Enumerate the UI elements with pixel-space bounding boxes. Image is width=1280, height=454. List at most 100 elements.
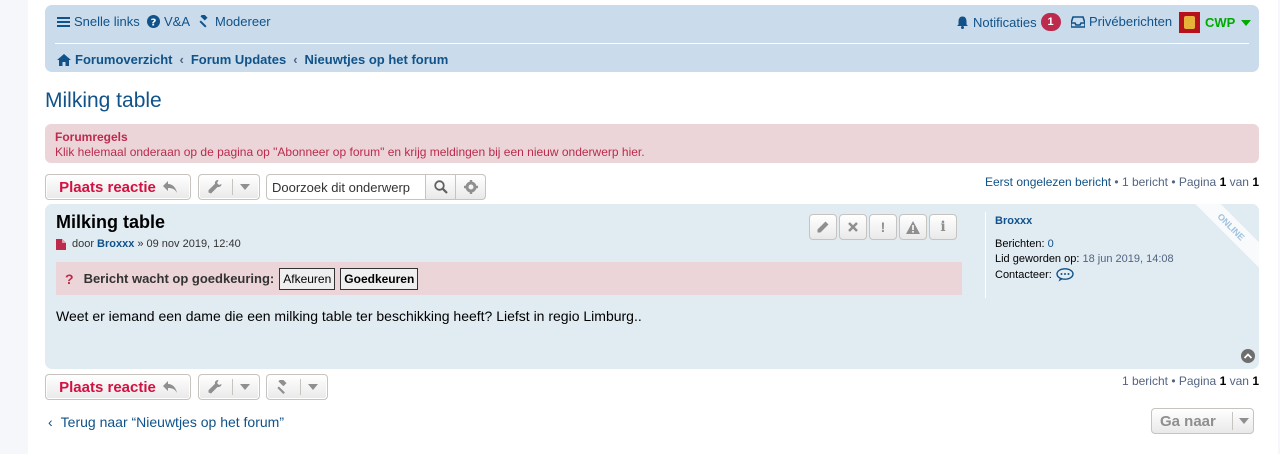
topic-tools-button[interactable] xyxy=(198,174,260,200)
post-file-icon[interactable] xyxy=(56,238,66,250)
post-reply-label: Plaats reactie xyxy=(59,178,156,196)
moderate-link[interactable]: Modereer xyxy=(198,14,271,29)
warn-button[interactable]: ! xyxy=(869,214,897,240)
post-title[interactable]: Milking table xyxy=(56,212,165,233)
caret-down-icon xyxy=(240,384,250,390)
post-author-link[interactable]: Broxxx xyxy=(97,238,134,250)
info-button[interactable]: i xyxy=(929,214,957,240)
faq-label: V&A xyxy=(164,14,191,29)
svg-text:?: ? xyxy=(151,18,157,29)
delete-button[interactable] xyxy=(839,214,867,240)
profile-posts-value[interactable]: 0 xyxy=(1048,238,1054,250)
post-container: Milking table door Broxxx » 09 nov 2019,… xyxy=(45,204,1259,369)
post-reply-button-bottom[interactable]: Plaats reactie xyxy=(45,374,191,400)
disapprove-button[interactable]: Afkeuren xyxy=(279,267,336,290)
search-button[interactable] xyxy=(426,174,456,200)
caret-down-icon xyxy=(308,384,318,390)
post-count: 1 bericht xyxy=(1121,374,1168,388)
faq-link[interactable]: ? V&A xyxy=(147,14,190,29)
close-icon xyxy=(848,222,858,232)
info-icon: i xyxy=(940,219,946,235)
private-messages-link[interactable]: Privéberichten xyxy=(1071,14,1172,29)
page-title[interactable]: Milking table xyxy=(45,89,162,113)
user-avatar xyxy=(1179,12,1200,33)
current-page: 1 xyxy=(1219,374,1227,388)
button-divider xyxy=(232,179,233,195)
chevron-left-icon: ‹ xyxy=(293,52,298,67)
breadcrumb-forum-updates[interactable]: Forum Updates xyxy=(191,52,286,67)
page-word: Pagina xyxy=(1178,374,1217,388)
breadcrumb: Forumoverzicht ‹ Forum Updates ‹ Nieuwtj… xyxy=(55,43,1249,72)
hamburger-icon xyxy=(57,16,70,27)
edit-button[interactable] xyxy=(809,214,837,240)
inbox-icon xyxy=(1071,15,1085,28)
of-word: van xyxy=(1229,374,1249,388)
gavel-icon xyxy=(277,380,287,394)
speech-bubble-icon[interactable] xyxy=(1056,268,1074,282)
separator: • xyxy=(1167,175,1179,189)
forum-rules-title: Forumregels xyxy=(55,130,128,144)
chevron-up-icon xyxy=(1244,353,1252,359)
gavel-icon xyxy=(199,15,208,28)
jump-to-button[interactable]: Ga naar xyxy=(1151,408,1254,434)
search-input[interactable] xyxy=(266,174,426,200)
bell-icon xyxy=(957,16,968,29)
chevron-left-icon: ‹ xyxy=(48,414,53,430)
profile-joined-value: 18 jun 2019, 14:08 xyxy=(1082,253,1174,265)
notifications-label: Notificaties xyxy=(973,14,1037,30)
back-to-top-button[interactable] xyxy=(1241,349,1255,363)
chevron-down-icon xyxy=(1241,19,1252,26)
search-icon xyxy=(433,180,448,194)
post-content: Weet er iemand een dame die een milking … xyxy=(56,308,642,324)
approve-button[interactable]: Goedkeuren xyxy=(340,267,419,290)
quick-mod-tools-button[interactable] xyxy=(266,374,328,400)
profile-contact-label: Contacteer: xyxy=(995,269,1052,281)
navbar: Snelle links ? V&A Modereer Notificaties… xyxy=(45,5,1259,72)
post-count: 1 bericht xyxy=(1121,175,1168,189)
pencil-icon xyxy=(817,221,829,233)
advanced-search-button[interactable] xyxy=(456,174,486,200)
report-button[interactable] xyxy=(899,214,927,240)
back-to-forum-label: Terug naar “Nieuwtjes op het forum” xyxy=(60,414,284,430)
approval-queue-text: Bericht wacht op goedkeuring: xyxy=(83,271,275,286)
button-divider xyxy=(1232,412,1233,430)
username-label: CWP xyxy=(1205,15,1236,30)
topic-tools-button-bottom[interactable] xyxy=(198,374,260,400)
gear-icon xyxy=(463,180,478,194)
breadcrumb-forum-index[interactable]: Forumoverzicht xyxy=(75,52,173,67)
profile-joined-label: Lid geworden op: xyxy=(995,253,1080,265)
caret-down-icon xyxy=(1239,418,1249,424)
profile-contact-row: Contacteer: xyxy=(995,268,1259,282)
forum-rules-text: Klik helemaal onderaan op de pagina op "… xyxy=(55,145,645,159)
user-menu[interactable]: CWP xyxy=(1179,12,1252,33)
home-icon xyxy=(57,53,71,66)
wrench-icon xyxy=(208,180,222,194)
navbar-top-row: Snelle links ? V&A Modereer Notificaties… xyxy=(45,5,1259,38)
post-by-label: door xyxy=(72,238,95,250)
button-divider xyxy=(300,379,301,395)
current-page: 1 xyxy=(1219,175,1227,189)
exclamation-icon: ! xyxy=(880,219,886,235)
approval-queue-notice: ? Bericht wacht op goedkeuring: Afkeuren… xyxy=(56,262,962,295)
quick-links-label: Snelle links xyxy=(74,14,140,29)
private-messages-label: Privéberichten xyxy=(1089,14,1173,29)
post-reply-button[interactable]: Plaats reactie xyxy=(45,174,191,200)
quick-links-menu[interactable]: Snelle links xyxy=(57,14,140,29)
back-to-forum-link[interactable]: ‹ Terug naar “Nieuwtjes op het forum” xyxy=(48,414,284,430)
first-unread-link[interactable]: Eerst ongelezen bericht xyxy=(985,175,1111,189)
profile-posts-row: Berichten: 0 xyxy=(995,238,1259,250)
total-pages: 1 xyxy=(1252,374,1259,388)
question-circle-icon: ? xyxy=(147,15,160,28)
pagination-bottom: 1 bericht • Pagina 1 van 1 xyxy=(1122,374,1259,388)
total-pages: 1 xyxy=(1252,175,1259,189)
post-date: » 09 nov 2019, 12:40 xyxy=(137,238,241,250)
breadcrumb-news[interactable]: Nieuwtjes op het forum xyxy=(305,52,449,67)
forum-rules-box: Forumregels Klik helemaal onderaan op de… xyxy=(45,124,1259,163)
caret-down-icon xyxy=(240,184,250,190)
post-buttons: ! i xyxy=(809,214,957,240)
of-word: van xyxy=(1229,175,1249,189)
page-word: Pagina xyxy=(1178,175,1217,189)
notifications-link[interactable]: Notificaties 1 xyxy=(956,13,1061,31)
jump-to-label: Ga naar xyxy=(1160,412,1216,430)
button-divider xyxy=(232,379,233,395)
